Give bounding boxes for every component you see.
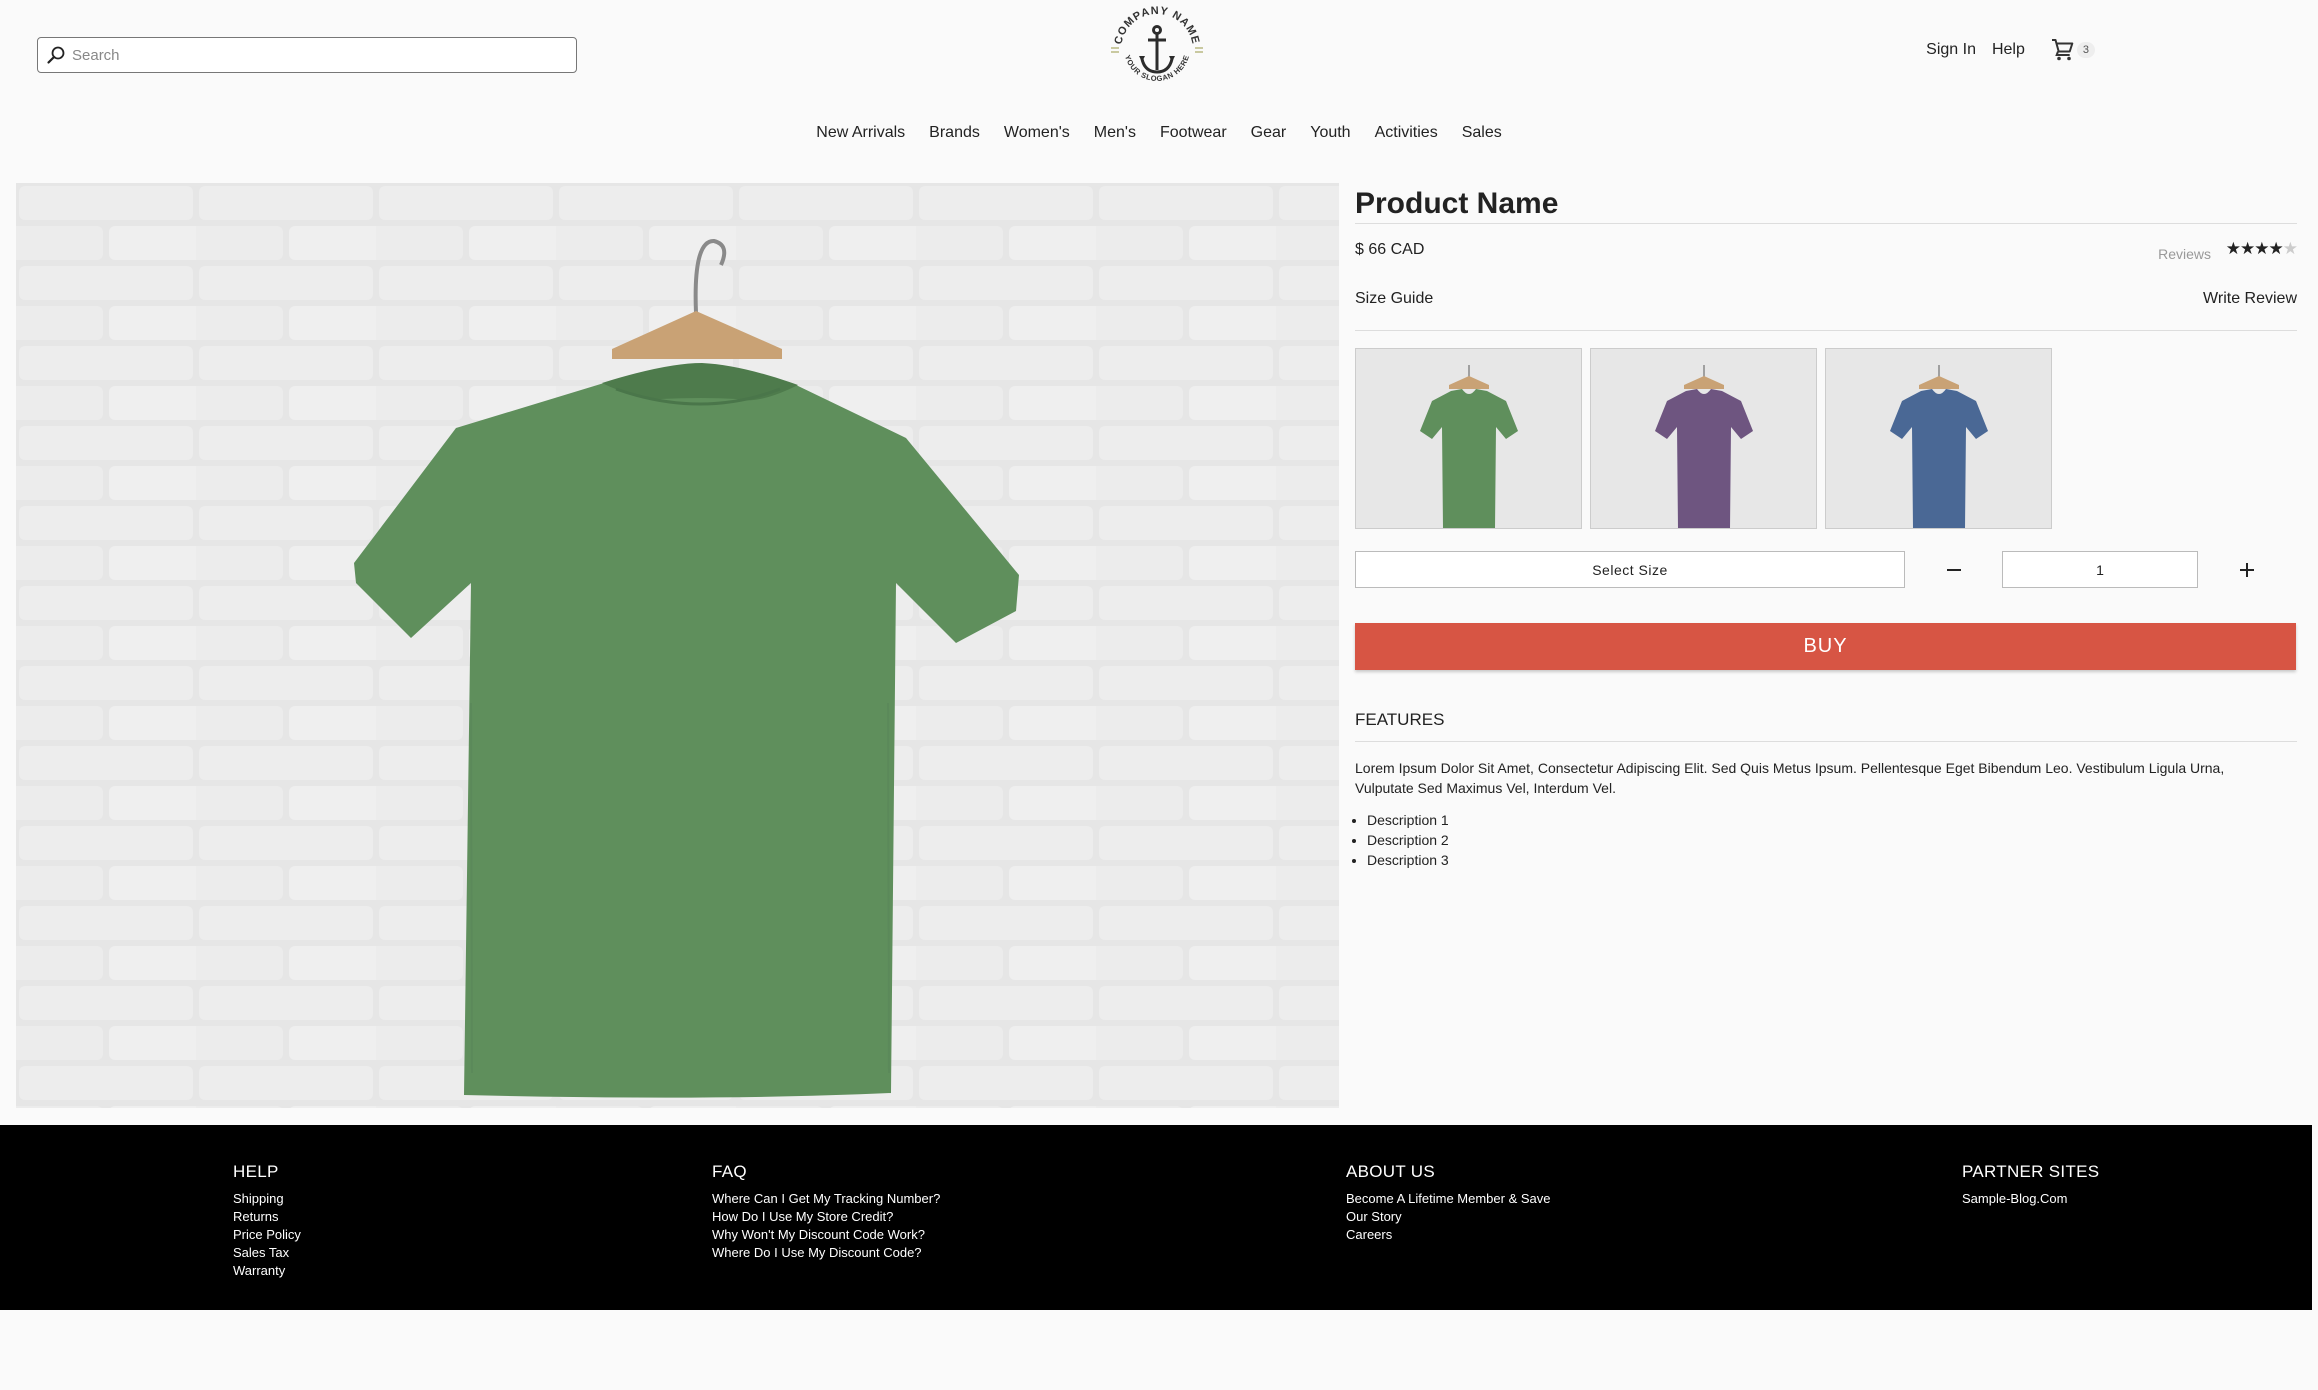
product-main-image xyxy=(16,183,1339,1108)
variant-thumb-blue[interactable] xyxy=(1825,348,2052,529)
footer-link-returns[interactable]: Returns xyxy=(233,1208,301,1226)
footer-link-shipping[interactable]: Shipping xyxy=(233,1190,301,1208)
footer-heading: FAQ xyxy=(712,1162,747,1181)
quantity-input[interactable] xyxy=(2002,551,2198,588)
footer-link-membership[interactable]: Become A Lifetime Member & Save xyxy=(1346,1190,1550,1208)
product-title: Product Name xyxy=(1355,187,1559,220)
features-list: Description 1 Description 2 Description … xyxy=(1367,810,1449,870)
list-item: Description 1 xyxy=(1367,810,1449,830)
nav-brands[interactable]: Brands xyxy=(929,124,980,142)
nav-gear[interactable]: Gear xyxy=(1251,124,1287,142)
footer-link-tracking[interactable]: Where Can I Get My Tracking Number? xyxy=(712,1190,940,1208)
select-size-dropdown[interactable]: Select Size xyxy=(1355,551,1905,588)
footer-heading: HELP xyxy=(233,1162,279,1181)
nav-womens[interactable]: Women's xyxy=(1004,124,1070,142)
nav-activities[interactable]: Activities xyxy=(1375,124,1438,142)
company-logo[interactable]: COMPANY NAME YOUR SLOGAN HERE xyxy=(1107,4,1207,92)
divider xyxy=(1355,741,2297,742)
product-info: Product Name $ 66 CAD Reviews ★★★★★ Size… xyxy=(1355,183,2298,868)
features-description: Lorem Ipsum Dolor Sit Amet, Consectetur … xyxy=(1355,760,2225,796)
color-variant-thumbnails xyxy=(1355,348,2052,529)
star-icon: ★ xyxy=(2268,239,2284,258)
footer-heading: ABOUT US xyxy=(1346,1162,1435,1181)
buy-button[interactable]: BUY xyxy=(1355,623,2296,670)
quantity-decrease-button[interactable] xyxy=(1939,555,1969,585)
divider xyxy=(1355,223,2297,224)
footer-link-sales-tax[interactable]: Sales Tax xyxy=(233,1244,301,1262)
cart-button[interactable]: 3 xyxy=(2051,38,2095,62)
search-input[interactable] xyxy=(66,38,576,72)
footer-link-store-credit[interactable]: How Do I Use My Store Credit? xyxy=(712,1208,940,1226)
footer-link-warranty[interactable]: Warranty xyxy=(233,1262,301,1280)
variant-thumb-purple[interactable] xyxy=(1590,348,1817,529)
shopping-cart-icon xyxy=(2051,39,2074,61)
footer-link-price-policy[interactable]: Price Policy xyxy=(233,1226,301,1244)
nav-youth[interactable]: Youth xyxy=(1310,124,1350,142)
divider xyxy=(1355,330,2297,331)
quantity-increase-button[interactable] xyxy=(2232,555,2262,585)
footer-about-column: ABOUT US Become A Lifetime Member & Save… xyxy=(1346,1162,1550,1244)
minus-icon xyxy=(1947,569,1961,571)
footer-partners-column: PARTNER SITES Sample-Blog.Com xyxy=(1962,1162,2099,1208)
features-heading: FEATURES xyxy=(1355,710,1445,729)
nav-mens[interactable]: Men's xyxy=(1094,124,1136,142)
reviews-label[interactable]: Reviews xyxy=(2158,246,2211,262)
footer-link-careers[interactable]: Careers xyxy=(1346,1226,1550,1244)
product-price: $ 66 CAD xyxy=(1355,241,1425,258)
nav-footwear[interactable]: Footwear xyxy=(1160,124,1227,142)
write-review-link[interactable]: Write Review xyxy=(2203,290,2297,308)
search-icon xyxy=(47,46,65,64)
footer-link-our-story[interactable]: Our Story xyxy=(1346,1208,1550,1226)
footer-link-discount-where[interactable]: Where Do I Use My Discount Code? xyxy=(712,1244,940,1262)
star-icon: ★ xyxy=(2254,239,2269,258)
star-icon: ★ xyxy=(2225,239,2241,258)
footer-faq-column: FAQ Where Can I Get My Tracking Number? … xyxy=(712,1162,940,1262)
list-item: Description 2 xyxy=(1367,830,1449,850)
list-item: Description 3 xyxy=(1367,850,1449,870)
main-nav: New Arrivals Brands Women's Men's Footwe… xyxy=(0,124,2318,142)
search-box[interactable] xyxy=(37,37,577,73)
footer-link-discount-code[interactable]: Why Won't My Discount Code Work? xyxy=(712,1226,940,1244)
nav-new-arrivals[interactable]: New Arrivals xyxy=(816,124,905,142)
footer: HELP Shipping Returns Price Policy Sales… xyxy=(0,1125,2312,1310)
sign-in-link[interactable]: Sign In xyxy=(1926,41,1976,59)
star-icon: ★ xyxy=(2240,239,2255,258)
size-guide-link[interactable]: Size Guide xyxy=(1355,290,1433,308)
cart-count-badge: 3 xyxy=(2076,42,2095,58)
footer-link-sample-blog[interactable]: Sample-Blog.Com xyxy=(1962,1190,2099,1208)
footer-heading: PARTNER SITES xyxy=(1962,1162,2100,1181)
rating-stars[interactable]: ★★★★★ xyxy=(2225,239,2298,259)
nav-sales[interactable]: Sales xyxy=(1462,124,1502,142)
help-link[interactable]: Help xyxy=(1992,41,2025,59)
plus-icon xyxy=(2240,563,2254,577)
variant-thumb-green[interactable] xyxy=(1355,348,1582,529)
star-empty-icon: ★ xyxy=(2282,239,2298,258)
top-links: Sign In Help 3 xyxy=(1926,38,2095,62)
footer-help-column: HELP Shipping Returns Price Policy Sales… xyxy=(233,1162,301,1280)
